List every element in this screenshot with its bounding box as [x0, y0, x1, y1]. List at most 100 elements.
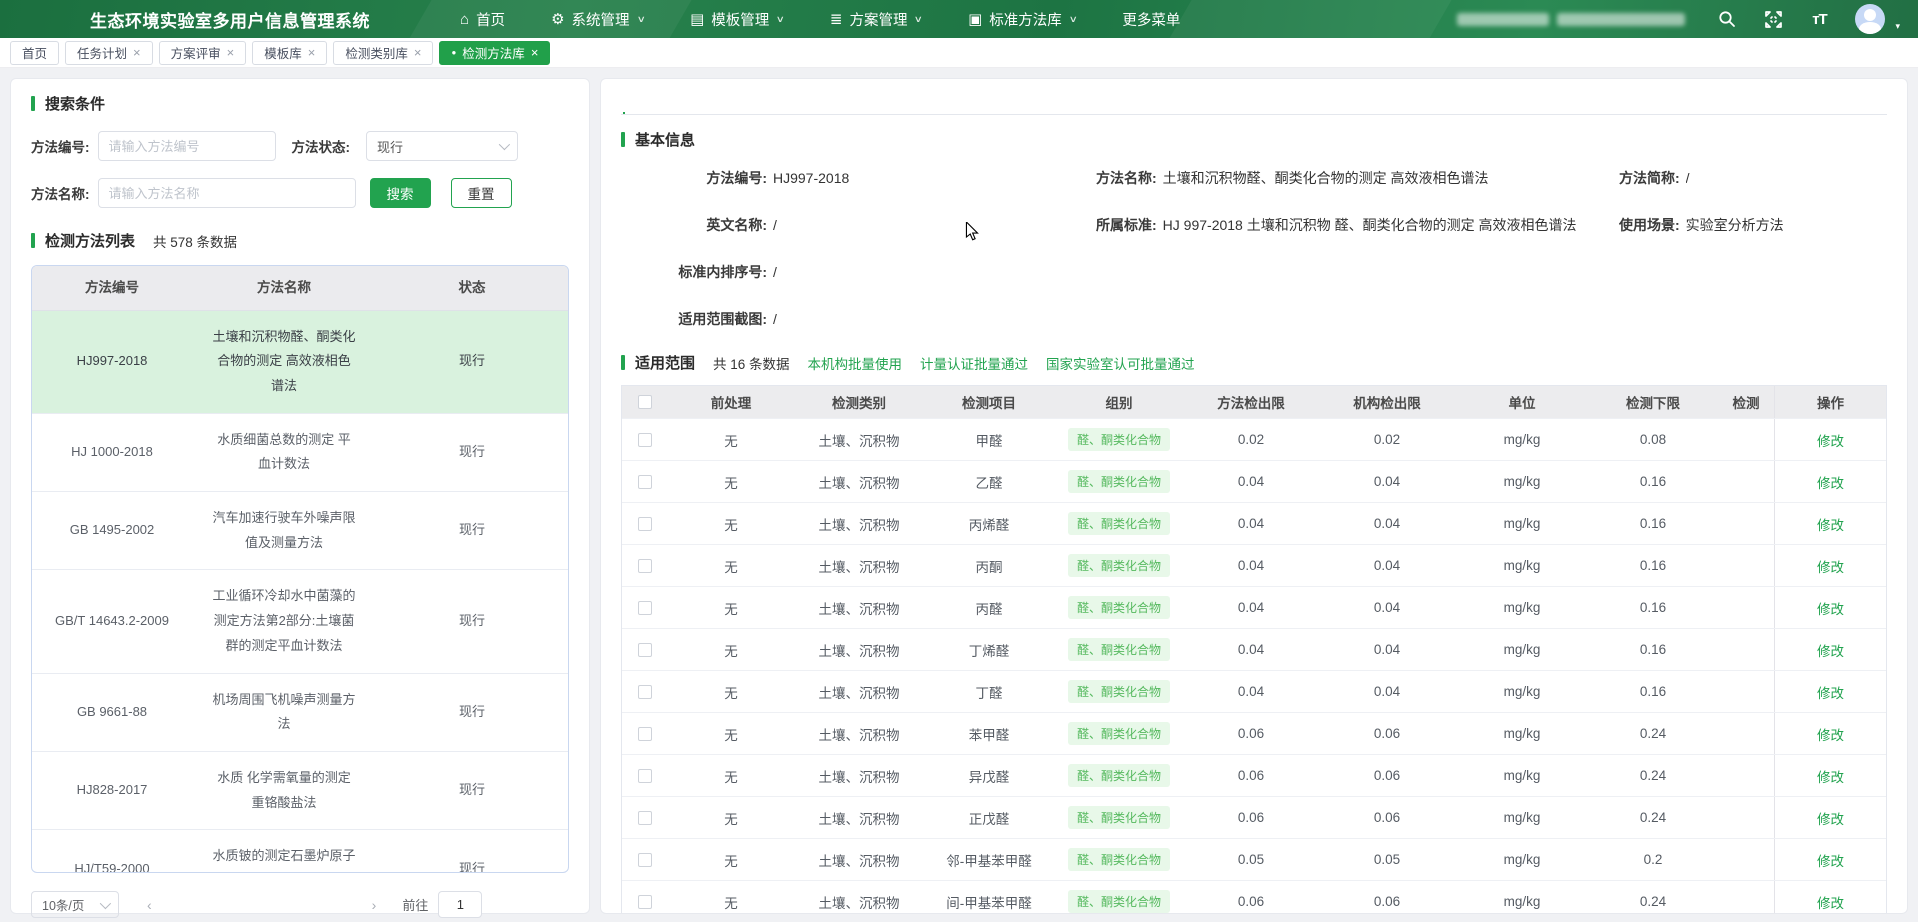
method-table-row[interactable]: HJ 1000-2018 水质细菌总数的测定 平血计数法 现行 — [32, 414, 568, 492]
company-name-redacted — [1457, 13, 1685, 26]
edit-link[interactable]: 修改 — [1817, 640, 1844, 660]
detail-tab[interactable] — [623, 97, 625, 114]
menu-icon: ⌂ — [460, 12, 469, 27]
row-checkbox[interactable] — [638, 559, 652, 573]
page-tab[interactable]: ● 方案评审 × — [159, 41, 247, 65]
pretreatment-cell: 无 — [668, 713, 794, 754]
reset-button[interactable]: 重置 — [451, 178, 512, 208]
page-tab[interactable]: ● 模板库 × — [252, 41, 327, 65]
avatar[interactable] — [1855, 4, 1885, 34]
detail-tab[interactable] — [679, 97, 681, 114]
method-code-input[interactable] — [98, 131, 276, 161]
row-checkbox[interactable] — [638, 685, 652, 699]
detail-tab[interactable] — [735, 97, 737, 114]
edit-link[interactable]: 修改 — [1817, 430, 1844, 450]
batch-use-link[interactable]: 本机构批量使用 — [808, 353, 903, 373]
edit-link[interactable]: 修改 — [1817, 514, 1844, 534]
detail-tab[interactable] — [707, 97, 709, 114]
page-number[interactable] — [314, 892, 340, 918]
avatar-caret-icon[interactable]: ▾ — [1895, 21, 1900, 32]
unit-cell: mg/kg — [1456, 839, 1588, 880]
page-tab[interactable]: ● 检测方法库 × — [439, 41, 550, 65]
method-name-cell: 水质 化学需氧量的测定重铬酸盐法 — [192, 752, 376, 829]
top-menu-item[interactable]: ▣ 标准方法库 ∨ — [968, 9, 1076, 30]
edit-link[interactable]: 修改 — [1817, 892, 1844, 912]
font-size-icon[interactable]: ᴛT — [1809, 9, 1829, 29]
col-unit: 单位 — [1456, 386, 1588, 418]
page-tab[interactable]: ● 检测类别库 × — [333, 41, 433, 65]
row-checkbox[interactable] — [638, 727, 652, 741]
close-icon[interactable]: × — [531, 46, 539, 59]
detail-tab[interactable] — [791, 97, 793, 114]
method-table-row[interactable]: GB 1495-2002 汽车加速行驶车外噪声限值及测量方法 现行 — [32, 492, 568, 570]
row-checkbox[interactable] — [638, 643, 652, 657]
next-page-button[interactable]: › — [372, 897, 377, 913]
page-number[interactable] — [210, 892, 236, 918]
select-all-checkbox[interactable] — [638, 395, 652, 409]
page-tab[interactable]: ● 首页 × — [10, 41, 59, 65]
page-size-select[interactable]: 10条/页 — [31, 891, 119, 918]
method-dl-cell: 0.05 — [1184, 839, 1318, 880]
page-tab[interactable]: ● 任务计划 × — [65, 41, 153, 65]
prev-page-button[interactable]: ‹ — [147, 897, 152, 913]
page-number[interactable] — [184, 892, 210, 918]
close-icon[interactable]: × — [133, 46, 141, 59]
metrology-batch-link[interactable]: 计量认证批量通过 — [920, 353, 1028, 373]
close-icon[interactable]: × — [227, 46, 235, 59]
search-button[interactable]: 搜索 — [370, 178, 431, 208]
row-checkbox[interactable] — [638, 895, 652, 909]
method-table-row[interactable]: GB 9661-88 机场周围飞机噪声测量方法 现行 — [32, 674, 568, 752]
truncated-cell — [1718, 503, 1774, 544]
detail-tab[interactable] — [763, 97, 765, 114]
edit-link[interactable]: 修改 — [1817, 598, 1844, 618]
close-icon[interactable]: × — [414, 46, 422, 59]
edit-link[interactable]: 修改 — [1817, 682, 1844, 702]
row-checkbox[interactable] — [638, 475, 652, 489]
row-checkbox[interactable] — [638, 769, 652, 783]
fullscreen-icon[interactable] — [1763, 9, 1783, 29]
detail-tab[interactable] — [651, 97, 653, 114]
top-menu-item[interactable]: 更多菜单 ∨ — [1122, 9, 1180, 30]
row-checkbox-cell — [622, 755, 668, 796]
page-number[interactable] — [158, 892, 184, 918]
edit-link[interactable]: 修改 — [1817, 766, 1844, 786]
method-table-row[interactable]: HJ/T59-2000 水质铍的测定石墨炉原子吸收分光光度法 现行 — [32, 830, 568, 873]
top-menu-item[interactable]: ▤ 模板管理 ∨ — [690, 9, 784, 30]
unit-cell: mg/kg — [1456, 881, 1588, 914]
page-number[interactable] — [262, 892, 288, 918]
page-number[interactable] — [340, 892, 366, 918]
search-icon[interactable] — [1717, 9, 1737, 29]
method-status-cell: 现行 — [376, 414, 568, 491]
method-table-row[interactable]: HJ828-2017 水质 化学需氧量的测定重铬酸盐法 现行 — [32, 752, 568, 830]
row-checkbox[interactable] — [638, 433, 652, 447]
national-lab-batch-link[interactable]: 国家实验室认可批量通过 — [1046, 353, 1195, 373]
method-name-input[interactable] — [98, 178, 356, 208]
close-icon[interactable]: × — [308, 46, 316, 59]
page-number[interactable] — [288, 892, 314, 918]
row-checkbox[interactable] — [638, 811, 652, 825]
top-menu-item[interactable]: ⌂ 首页 ∨ — [460, 9, 505, 30]
page-number[interactable] — [236, 892, 262, 918]
group-badge: 醛、酮类化合物 — [1068, 764, 1170, 787]
method-dl-cell: 0.04 — [1184, 461, 1318, 502]
method-dl-cell: 0.04 — [1184, 629, 1318, 670]
field-method-code: 方法编号: HJ997-2018 — [621, 168, 1096, 188]
method-table-row[interactable]: HJ997-2018 土壤和沉积物醛、酮类化合物的测定 高效液相色谱法 现行 — [32, 311, 568, 414]
detail-tab[interactable] — [847, 97, 849, 114]
row-checkbox[interactable] — [638, 853, 652, 867]
edit-link[interactable]: 修改 — [1817, 724, 1844, 744]
truncated-cell — [1718, 461, 1774, 502]
row-checkbox[interactable] — [638, 517, 652, 531]
row-checkbox-cell — [622, 419, 668, 460]
edit-link[interactable]: 修改 — [1817, 556, 1844, 576]
row-checkbox[interactable] — [638, 601, 652, 615]
edit-link[interactable]: 修改 — [1817, 808, 1844, 828]
goto-page-input[interactable] — [438, 891, 482, 918]
top-menu-item[interactable]: ≣ 方案管理 ∨ — [830, 9, 922, 30]
method-status-select[interactable]: 现行 — [366, 131, 518, 161]
edit-link[interactable]: 修改 — [1817, 850, 1844, 870]
detail-tab[interactable] — [819, 97, 821, 114]
method-table-row[interactable]: GB/T 14643.2-2009 工业循环冷却水中菌藻的测定方法第2部分:土壤… — [32, 570, 568, 673]
top-menu-item[interactable]: ⚙ 系统管理 ∨ — [551, 9, 644, 30]
edit-link[interactable]: 修改 — [1817, 472, 1844, 492]
